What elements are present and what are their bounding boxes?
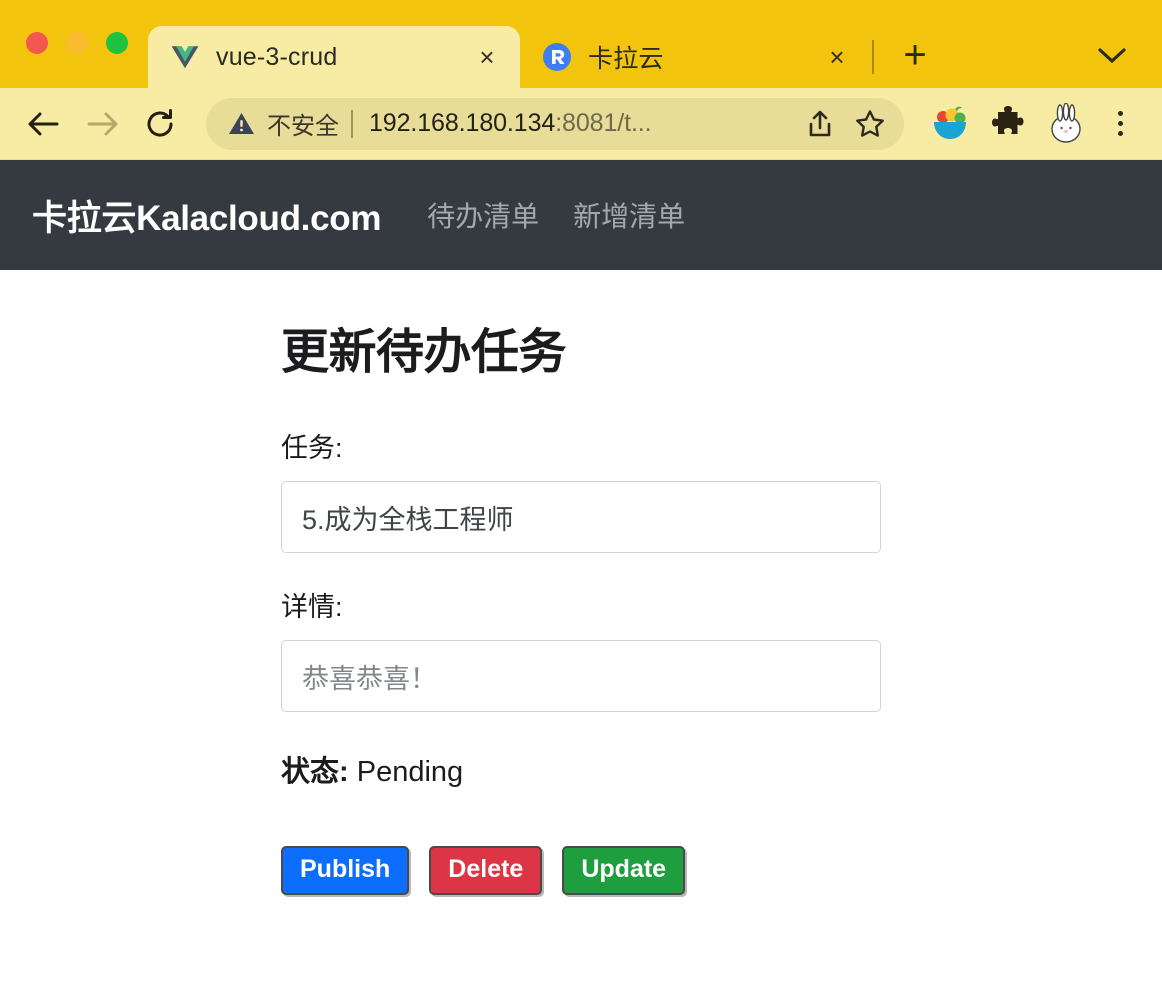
- forward-arrow-icon: [76, 98, 128, 150]
- maximize-window-button[interactable]: [106, 32, 128, 54]
- security-status-text: 不安全: [267, 113, 339, 140]
- site-navbar: 卡拉云Kalacloud.com 待办清单 新增清单: [0, 160, 1162, 270]
- page-viewport: 卡拉云Kalacloud.com 待办清单 新增清单 更新待办任务 任务: 详情…: [0, 160, 1162, 1004]
- omnibox-separator: [351, 109, 353, 138]
- share-icon[interactable]: [796, 100, 844, 148]
- publish-button[interactable]: Publish: [281, 846, 410, 895]
- menu-dot: [1117, 131, 1123, 136]
- fruit-bowl-icon[interactable]: [924, 98, 976, 150]
- action-buttons: Publish Delete Update: [281, 846, 881, 895]
- nav-link-add-list[interactable]: 新增清单: [573, 195, 685, 235]
- field-description: 详情:: [281, 585, 881, 712]
- tab-title: 卡拉云: [588, 45, 664, 73]
- close-window-button[interactable]: [26, 32, 48, 54]
- tab-title: vue-3-crud: [216, 42, 338, 71]
- back-arrow-icon[interactable]: [18, 98, 70, 150]
- rabbit-avatar-icon[interactable]: [1040, 98, 1092, 150]
- menu-dot: [1117, 111, 1123, 116]
- edit-tutorial-form: 更新待办任务 任务: 详情: 状态: Pending Publish Delet…: [281, 312, 881, 895]
- field-task: 任务:: [281, 426, 881, 553]
- navbar-brand[interactable]: 卡拉云Kalacloud.com: [32, 190, 381, 241]
- task-input[interactable]: [281, 481, 881, 553]
- nav-link-todo-list[interactable]: 待办清单: [427, 195, 539, 235]
- minimize-window-button[interactable]: [66, 32, 88, 54]
- url-host: 192.168.180.134: [369, 109, 556, 137]
- new-tab-button[interactable]: +: [892, 32, 938, 78]
- navbar-nav: 待办清单 新增清单: [427, 195, 685, 235]
- tab-strip: vue-3-crud × 卡拉云 × +: [0, 0, 1162, 88]
- star-icon[interactable]: [846, 100, 894, 148]
- puzzle-piece-icon[interactable]: [982, 98, 1034, 150]
- status-label: 状态:: [281, 756, 349, 788]
- page-content: 更新待办任务 任务: 详情: 状态: Pending Publish Delet…: [0, 270, 1162, 895]
- url-path: :8081/t...: [555, 109, 652, 137]
- tab-kalacloud[interactable]: 卡拉云 ×: [520, 26, 870, 88]
- three-dot-menu-icon[interactable]: [1100, 111, 1140, 136]
- menu-dot: [1117, 121, 1123, 126]
- status-row: 状态: Pending: [281, 748, 881, 790]
- delete-button[interactable]: Delete: [429, 846, 543, 895]
- description-input[interactable]: [281, 640, 881, 712]
- browser-window: vue-3-crud × 卡拉云 × + 不安全 192.168.180.134…: [0, 0, 1162, 1004]
- page-title: 更新待办任务: [281, 326, 567, 379]
- close-icon[interactable]: ×: [472, 42, 502, 72]
- close-icon[interactable]: ×: [822, 42, 852, 72]
- url-text: 192.168.180.134:8081/t...: [369, 109, 794, 138]
- window-traffic-lights: [0, 32, 148, 88]
- warning-triangle-icon: [228, 111, 255, 136]
- tab-divider: [872, 40, 874, 74]
- address-bar[interactable]: 不安全 192.168.180.134:8081/t...: [206, 97, 904, 150]
- task-label: 任务:: [281, 433, 343, 463]
- chevron-down-icon[interactable]: [1084, 32, 1140, 78]
- vue-logo-icon: [170, 42, 200, 72]
- tab-vue-3-crud[interactable]: vue-3-crud ×: [148, 26, 520, 88]
- reload-icon[interactable]: [134, 98, 186, 150]
- status-value: Pending: [356, 756, 464, 788]
- browser-toolbar: 不安全 192.168.180.134:8081/t...: [0, 88, 1162, 160]
- kalacloud-logo-icon: [542, 42, 572, 72]
- description-label: 详情:: [281, 592, 343, 622]
- update-button[interactable]: Update: [562, 846, 686, 895]
